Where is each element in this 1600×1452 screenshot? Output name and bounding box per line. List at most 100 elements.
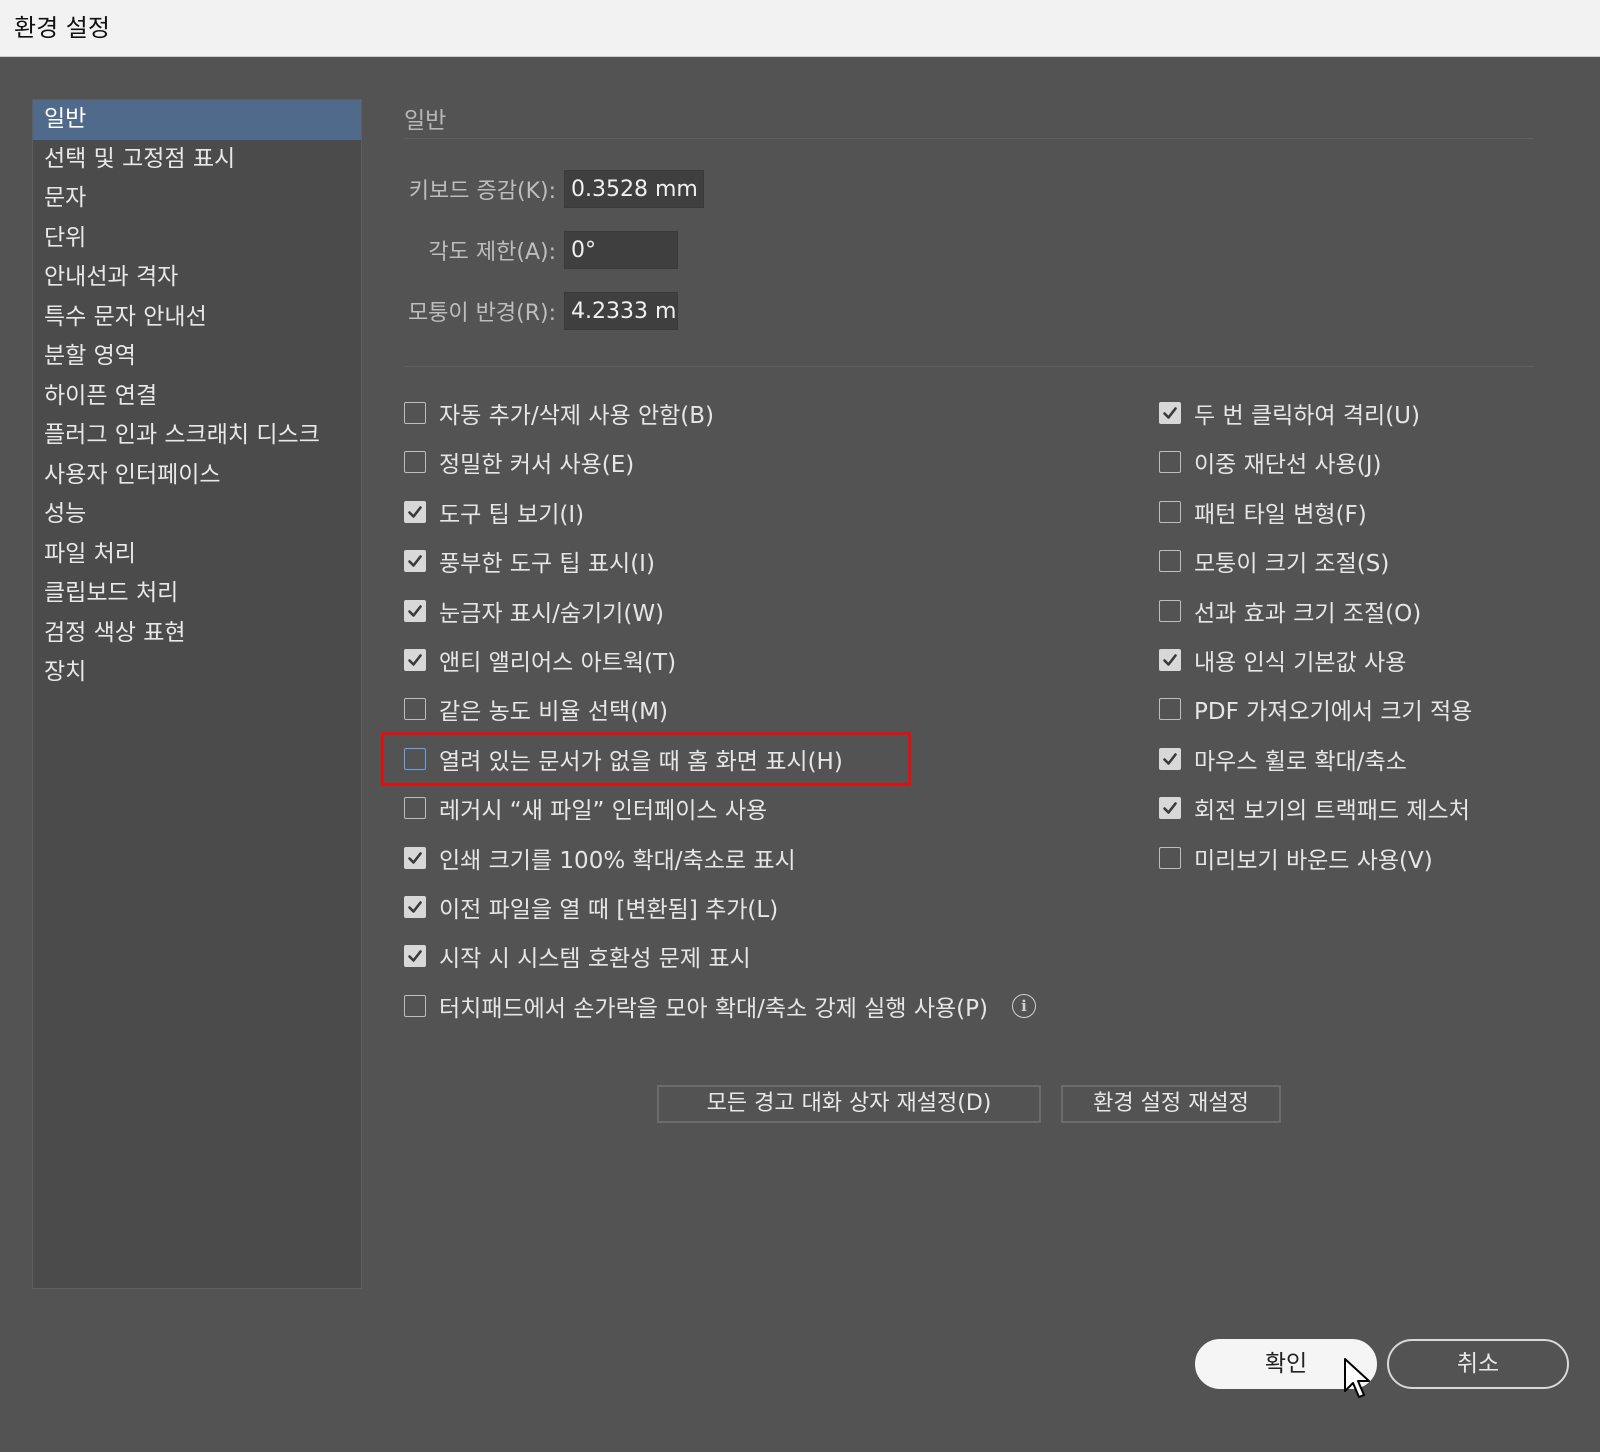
option-label: 패턴 타일 변형(F) [1194,501,1367,528]
option-label: 터치패드에서 손가락을 모아 확대/축소 강제 실행 사용(P) [439,995,988,1022]
checkbox-checked[interactable] [404,599,426,622]
left-option-8[interactable]: 레거시 “새 파일” 인터페이스 사용 [404,790,767,826]
info-icon[interactable]: i [1011,993,1036,1018]
option-label: 시작 시 시스템 호환성 문제 표시 [439,946,751,973]
checkbox-unchecked[interactable] [1159,451,1181,474]
checkbox-unchecked[interactable] [1159,698,1181,721]
reset-warnings-button[interactable]: 모든 경고 대화 상자 재설정(D) [657,1085,1041,1123]
sidebar-item-general[interactable]: 일반 [33,100,361,140]
left-option-6[interactable]: 같은 농도 비율 선택(M) [404,691,668,727]
sidebar-item-slices[interactable]: 분할 영역 [33,337,361,377]
right-option-7[interactable]: 마우스 휠로 확대/축소 [1159,741,1407,777]
checkbox-checked[interactable] [1159,747,1181,770]
left-option-10[interactable]: 이전 파일을 열 때 [변환됨] 추가(L) [404,889,778,925]
checkbox-unchecked[interactable] [1159,500,1181,523]
left-option-3[interactable]: 풍부한 도구 팁 표시(I) [404,543,655,579]
left-option-5[interactable]: 앤티 앨리어스 아트웍(T) [404,642,676,678]
left-option-2[interactable]: 도구 팁 보기(I) [404,494,584,530]
left-option-4[interactable]: 눈금자 표시/숨기기(W) [404,593,664,629]
option-label: 모퉁이 크기 조절(S) [1194,551,1390,578]
checkmark-icon [408,505,422,518]
checkbox-checked[interactable] [1159,797,1181,820]
right-option-9[interactable]: 미리보기 바운드 사용(V) [1159,840,1433,876]
keyboard-increment-input[interactable]: 0.3528 mm [564,170,704,208]
checkbox-checked[interactable] [404,550,426,573]
keyboard-increment-row: 키보드 증감(K): 0.3528 mm [404,169,704,209]
sidebar-item-user-interface[interactable]: 사용자 인터페이스 [33,456,361,496]
option-label: 내용 인식 기본값 사용 [1194,650,1407,676]
sidebar-item-plugins-scratch[interactable]: 플러그 인과 스크래치 디스크 [33,416,361,456]
fields-divider [404,366,1534,367]
checkmark-icon [1163,752,1177,765]
annotation-highlight-box [381,732,911,786]
checkbox-checked[interactable] [404,649,426,671]
option-label: 정밀한 커서 사용(E) [439,452,635,479]
option-label: 앤티 앨리어스 아트웍(T) [439,650,677,676]
checkbox-unchecked[interactable] [1159,599,1181,622]
constrain-angle-input[interactable]: 0° [564,231,678,269]
checkbox-checked[interactable] [404,896,426,918]
option-label: 이전 파일을 열 때 [변환됨] 추가(L) [439,897,779,923]
checkmark-icon [408,950,422,963]
left-option-1[interactable]: 정밀한 커서 사용(E) [404,444,634,480]
sidebar-item-selection-anchor[interactable]: 선택 및 고정점 표시 [33,140,361,180]
option-label: 선과 효과 크기 조절(O) [1194,600,1422,627]
left-option-12[interactable]: 터치패드에서 손가락을 모아 확대/축소 강제 실행 사용(P) i [404,988,1036,1024]
constrain-angle-label: 각도 제한(A): [428,240,556,265]
right-option-3[interactable]: 모퉁이 크기 조절(S) [1159,543,1389,579]
checkbox-unchecked[interactable] [404,698,426,721]
sidebar-item-black-appearance[interactable]: 검정 색상 표현 [33,614,361,654]
option-label: 인쇄 크기를 100% 확대/축소로 표시 [439,847,796,874]
checkmark-icon [1163,407,1177,419]
right-option-2[interactable]: 패턴 타일 변형(F) [1159,494,1367,530]
checkbox-checked[interactable] [404,846,426,869]
right-option-0[interactable]: 두 번 클릭하여 격리(U) [1159,395,1420,431]
option-label: 풍부한 도구 팁 표시(I) [439,551,655,578]
option-label: 눈금자 표시/숨기기(W) [439,600,665,627]
checkbox-unchecked[interactable] [404,402,426,424]
checkbox-unchecked[interactable] [1159,550,1181,573]
left-option-9[interactable]: 인쇄 크기를 100% 확대/축소로 표시 [404,840,796,876]
checkmark-icon [408,901,422,913]
checkbox-unchecked[interactable] [404,994,426,1017]
left-option-0[interactable]: 자동 추가/삭제 사용 안함(B) [404,395,714,431]
sidebar-item-hyphenation[interactable]: 하이픈 연결 [33,377,361,417]
checkbox-checked[interactable] [1159,649,1181,671]
sidebar-item-file-handling[interactable]: 파일 처리 [33,535,361,575]
checkmark-icon [408,851,422,864]
option-label: 미리보기 바운드 사용(V) [1194,847,1433,874]
sidebar-item-type[interactable]: 문자 [33,179,361,219]
sidebar-item-performance[interactable]: 성능 [33,495,361,535]
option-label: 이중 재단선 사용(J) [1194,452,1382,479]
keyboard-increment-label: 키보드 증감(K): [408,179,556,204]
checkbox-unchecked[interactable] [404,797,426,820]
preferences-dialog: 일반 선택 및 고정점 표시 문자 단위 안내선과 격자 특수 문자 안내선 분… [0,57,1600,1452]
category-sidebar: 일반 선택 및 고정점 표시 문자 단위 안내선과 격자 특수 문자 안내선 분… [32,99,362,1289]
sidebar-item-smart-guides[interactable]: 특수 문자 안내선 [33,298,361,338]
window-title: 환경 설정 [0,0,1600,57]
option-label: 두 번 클릭하여 격리(U) [1194,403,1420,429]
checkbox-checked[interactable] [404,500,426,523]
right-option-8[interactable]: 회전 보기의 트랙패드 제스처 [1159,790,1470,826]
checkbox-unchecked[interactable] [404,451,426,474]
right-option-5[interactable]: 내용 인식 기본값 사용 [1159,642,1406,678]
checkbox-checked[interactable] [1159,402,1181,424]
checkbox-unchecked[interactable] [1159,846,1181,869]
reset-preferences-button[interactable]: 환경 설정 재설정 [1061,1085,1281,1123]
right-option-4[interactable]: 선과 효과 크기 조절(O) [1159,593,1421,629]
option-label: 자동 추가/삭제 사용 안함(B) [439,403,715,429]
sidebar-item-units[interactable]: 단위 [33,219,361,259]
cancel-button[interactable]: 취소 [1387,1339,1569,1389]
checkbox-checked[interactable] [404,945,426,968]
sidebar-item-clipboard[interactable]: 클립보드 처리 [33,574,361,614]
checkmark-icon [1163,654,1177,666]
right-option-6[interactable]: PDF 가져오기에서 크기 적용 [1159,691,1472,727]
right-option-1[interactable]: 이중 재단선 사용(J) [1159,444,1381,480]
corner-radius-input[interactable]: 4.2333 mm [564,292,678,330]
option-label: 회전 보기의 트랙패드 제스처 [1194,798,1470,825]
sidebar-item-guides-grid[interactable]: 안내선과 격자 [33,258,361,298]
left-option-11[interactable]: 시작 시 시스템 호환성 문제 표시 [404,938,751,974]
checkmark-icon [408,555,422,567]
checkmark-icon [408,654,422,666]
sidebar-item-devices[interactable]: 장치 [33,653,361,693]
